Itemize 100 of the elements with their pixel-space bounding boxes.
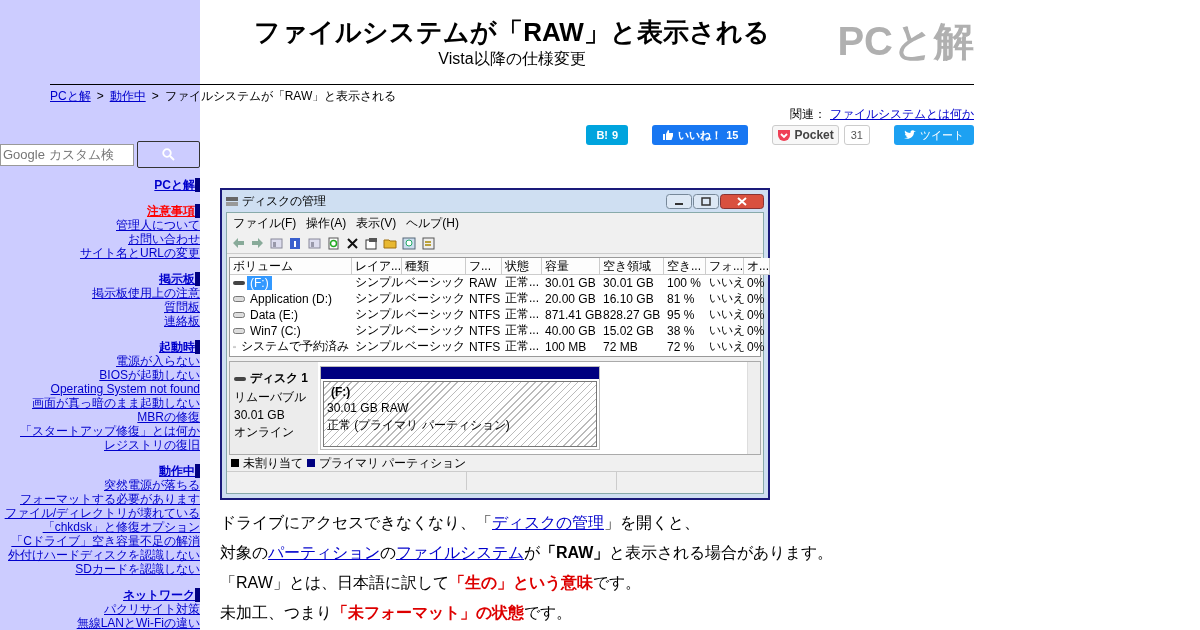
table-cell: いいえ — [709, 274, 745, 291]
column-header[interactable]: 容量 — [542, 258, 600, 275]
table-cell: シンプル — [355, 290, 403, 307]
menu-item[interactable]: 操作(A) — [306, 214, 347, 232]
table-cell: 30.01 GB — [545, 275, 596, 290]
table-cell: 20.00 GB — [545, 291, 596, 306]
sidebar-link[interactable]: 突然電源が落ちる — [104, 478, 200, 492]
table-cell: RAW — [469, 275, 497, 290]
breadcrumb-separator: > — [151, 88, 159, 105]
sidebar-link[interactable]: 質問板 — [164, 300, 200, 314]
related-link[interactable]: ファイルシステムとは何か — [830, 107, 974, 121]
legend-label: プライマリ パーティション — [319, 454, 467, 472]
window-title: ディスクの管理 — [242, 192, 326, 210]
sidebar-link[interactable]: レジストリの復旧 — [104, 438, 200, 452]
sidebar-link[interactable]: お問い合わせ — [128, 232, 200, 246]
table-cell: 100 MB — [545, 339, 587, 354]
sidebar-link[interactable]: 掲示板使用上の注意 — [92, 286, 200, 300]
partition-detail: 正常 (プライマリ パーティション) — [327, 417, 511, 434]
column-header[interactable]: レイア... — [352, 258, 402, 275]
pocket-button[interactable]: Pocket — [772, 125, 839, 145]
table-cell: 0% — [747, 323, 765, 338]
body-text: 対象のパーティションのファイルシステムが「RAW」と表示される場合があります。 — [220, 543, 834, 563]
table-cell: 38 % — [667, 323, 695, 338]
column-header[interactable]: 空き... — [664, 258, 706, 275]
table-cell: シンプル — [355, 322, 403, 339]
link[interactable]: ファイルシステム — [396, 544, 524, 561]
body-text: 「RAW」とは、日本語に訳して「生の」という意味です。 — [220, 573, 642, 594]
body-text: ドライブにアクセスできなくなり、「ディスクの管理」を開くと、 — [220, 513, 701, 533]
column-header[interactable]: 状態 — [502, 258, 542, 275]
table-cell: ベーシック — [405, 290, 465, 307]
table-cell: NTFS — [469, 339, 501, 354]
sidebar-heading[interactable]: 起動時 — [159, 340, 200, 354]
sidebar-heading[interactable]: 掲示板 — [159, 272, 200, 286]
sidebar-heading[interactable]: 動作中 — [159, 464, 200, 478]
menu-item[interactable]: ヘルプ(H) — [406, 214, 459, 232]
sidebar-link[interactable]: フォーマットする必要があります — [20, 492, 200, 506]
table-cell: シンプル — [355, 338, 403, 355]
related-label: 関連： — [790, 107, 826, 121]
like-button[interactable]: いいね！ 15 — [652, 125, 749, 145]
search-field[interactable]: Google カスタム検 — [0, 143, 134, 166]
table-cell: いいえ — [709, 306, 745, 323]
column-header[interactable]: 空き領域 — [600, 258, 664, 275]
volume-name[interactable]: Win7 (C:) — [247, 323, 304, 338]
sidebar-link[interactable]: ファイル/ディレクトリが壊れている — [4, 506, 200, 520]
table-cell: 81 % — [667, 291, 695, 306]
sidebar-link[interactable]: サイト名とURLの変更 — [80, 246, 200, 260]
column-header[interactable]: オ... — [744, 258, 770, 275]
column-header[interactable]: フ... — [466, 258, 502, 275]
partition-detail: 30.01 GB RAW — [327, 401, 410, 415]
disk-detail: リムーバブル — [234, 389, 307, 406]
sidebar-link[interactable]: 電源が入らない — [116, 354, 200, 368]
breadcrumb-link[interactable]: 動作中 — [109, 85, 146, 107]
page-title: ファイルシステムが「RAW」と表示される — [253, 16, 771, 48]
sidebar-link[interactable]: 連絡板 — [164, 314, 200, 328]
column-header[interactable]: 種類 — [402, 258, 466, 275]
table-cell: シンプル — [355, 274, 403, 291]
sidebar-link[interactable]: 管理人について — [116, 218, 200, 232]
partition-name: (F:) — [330, 385, 352, 399]
table-cell: 正常... — [505, 274, 539, 291]
table-cell: いいえ — [709, 322, 745, 339]
table-cell: 95 % — [667, 307, 695, 322]
volume-name[interactable]: Application (D:) — [247, 291, 336, 306]
table-cell: 871.41 GB — [545, 307, 603, 322]
table-cell: 正常... — [505, 322, 539, 339]
table-cell: 30.01 GB — [603, 275, 654, 290]
table-cell: 828.27 GB — [603, 307, 661, 322]
column-header[interactable]: ボリューム — [230, 258, 352, 275]
table-cell: 0% — [747, 307, 765, 322]
volume-name[interactable]: Data (E:) — [247, 307, 301, 322]
sidebar-link[interactable]: 外付けハードディスクを認識しない — [8, 548, 200, 562]
sidebar-link[interactable]: パクリサイト対策 — [104, 602, 200, 616]
volume-name[interactable]: システムで予約済み — [238, 338, 352, 355]
sidebar-link[interactable]: 画面が真っ暗のまま起動しない — [32, 396, 200, 410]
sidebar-link[interactable]: SDカードを認識しない — [75, 562, 200, 576]
link[interactable]: パーティション — [268, 544, 380, 561]
column-header[interactable]: フォ... — [706, 258, 744, 275]
table-cell: 72 % — [667, 339, 695, 354]
sidebar-link[interactable]: BIOSが起動しない — [99, 368, 200, 382]
sidebar-link[interactable]: 「chkdsk」と修復オプション — [42, 520, 200, 534]
disk-detail: 30.01 GB — [234, 408, 286, 422]
table-cell: NTFS — [469, 323, 501, 338]
sidebar-heading[interactable]: ネットワーク — [123, 588, 200, 602]
sidebar-heading[interactable]: PCと解 — [154, 178, 200, 192]
sidebar-link[interactable]: Operating System not found — [50, 382, 200, 396]
breadcrumb-link[interactable]: PCと解 — [50, 85, 91, 107]
link[interactable]: ディスクの管理 — [492, 514, 604, 531]
sidebar-link[interactable]: MBRの修復 — [137, 410, 200, 424]
menu-item[interactable]: 表示(V) — [356, 214, 397, 232]
sidebar-link[interactable]: 「Cドライブ」空き容量不足の解消 — [11, 534, 200, 548]
sidebar-link[interactable]: 「スタートアップ修復」とは何か — [20, 424, 200, 438]
legend-label: 未割り当て — [243, 454, 303, 472]
table-cell: 正常... — [505, 338, 539, 355]
table-cell: 72 MB — [603, 339, 638, 354]
table-cell: 正常... — [505, 306, 539, 323]
partition-block[interactable]: (F:) 30.01 GB RAW 正常 (プライマリ パーティション) — [323, 381, 597, 447]
menu-item[interactable]: ファイル(F) — [233, 214, 297, 232]
table-cell: ベーシック — [405, 306, 465, 323]
sidebar-link[interactable]: 無線LANとWi-Fiの違い — [76, 616, 200, 630]
share-count: 31 — [843, 125, 870, 145]
table-cell: 100 % — [667, 275, 702, 290]
